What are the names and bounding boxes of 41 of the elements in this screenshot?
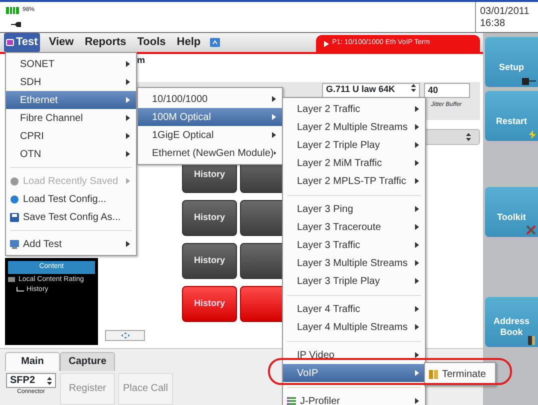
menu-bar-item[interactable]: Help	[174, 33, 203, 52]
menu-item[interactable]: SDH	[6, 73, 136, 91]
menu-item[interactable]: 100M Optical	[138, 108, 282, 126]
menu-item[interactable]: Save Test Config As...	[6, 208, 136, 226]
history-button[interactable]: History	[182, 200, 237, 236]
menu-item[interactable]: Layer 4 Multiple Streams	[283, 318, 425, 336]
codec-select[interactable]: G.711 U law 64K	[322, 83, 420, 98]
menu-bar-item[interactable]: Test	[4, 33, 40, 52]
menu-item[interactable]: Layer 2 Traffic	[283, 100, 425, 118]
menu-item[interactable]: Layer 2 MiM Traffic	[283, 154, 425, 172]
menu-item[interactable]: Layer 2 MPLS-TP Traffic	[283, 172, 425, 190]
menu-item[interactable]: Load Test Config...	[6, 190, 136, 208]
menu-item[interactable]: Layer 3 Multiple Streams	[283, 254, 425, 272]
menu-item[interactable]: VoIP	[283, 364, 425, 382]
menu-item[interactable]: Fibre Channel	[6, 109, 136, 127]
menu-item[interactable]: SONET	[6, 55, 136, 73]
menu-item[interactable]: J-Profiler	[283, 392, 425, 405]
tab[interactable]: Main	[5, 352, 60, 371]
menu-item[interactable]: CPRI	[6, 127, 136, 145]
menu-item[interactable]: Layer 3 Traffic	[283, 236, 425, 254]
menu-item[interactable]: OTN	[6, 145, 136, 163]
menu-item[interactable]: Ethernet	[6, 91, 136, 109]
menu-item[interactable]: Layer 2 Triple Play	[283, 136, 425, 154]
menu-item[interactable]: Layer 3 Ping	[283, 200, 425, 218]
date-text: 03/01/2011	[480, 6, 530, 18]
connector-select[interactable]: SFP2	[6, 373, 56, 388]
history-button[interactable]: History	[182, 243, 237, 279]
jitter-field[interactable]: 40	[424, 83, 470, 98]
menu-item[interactable]: Layer 3 Triple Play	[283, 272, 425, 290]
menu-item[interactable]: Layer 4 Traffic	[283, 300, 425, 318]
tab[interactable]: Capture	[60, 352, 115, 371]
menu-item[interactable]: 10/100/1000	[138, 90, 282, 108]
menu-item[interactable]: Add Test	[6, 235, 136, 253]
menu-bar-item[interactable]: Tools	[135, 33, 168, 52]
menu-bar-item[interactable]: Reports	[82, 33, 128, 52]
content-title: m	[137, 55, 146, 65]
time-text: 16:38	[480, 18, 506, 30]
menu-item[interactable]: 1GigE Optical	[138, 126, 282, 144]
menu-item[interactable]: Layer 2 Multiple Streams	[283, 118, 425, 136]
menu-bar-item[interactable]: View	[46, 33, 76, 52]
menu-item[interactable]: Layer 3 Traceroute	[283, 218, 425, 236]
